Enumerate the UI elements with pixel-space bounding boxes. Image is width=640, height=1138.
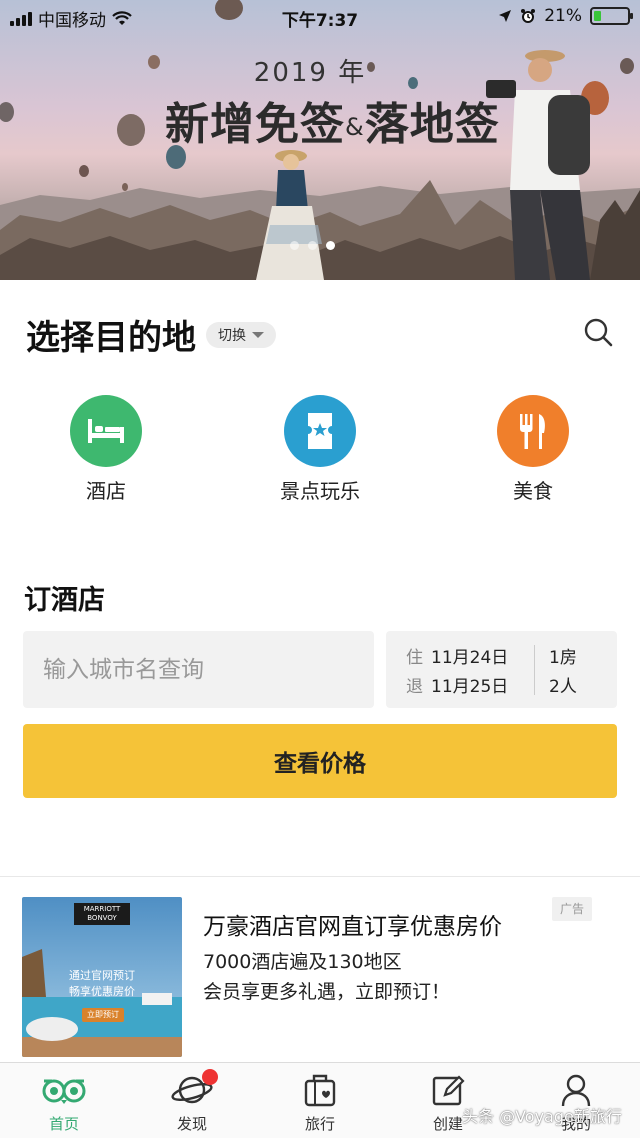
banner-title: 新增免签&落地签: [165, 88, 500, 152]
ad-description-line2: 会员享更多礼遇，立即预订！: [203, 981, 451, 1003]
suitcase-heart-icon: [304, 1074, 336, 1107]
tab-label: 旅行: [304, 1115, 335, 1133]
guest-count: 2人: [549, 677, 577, 697]
tab-trips[interactable]: 旅行: [256, 1071, 384, 1134]
checkin-row: 住 11月24日: [406, 643, 508, 668]
status-bar: 中国移动 下午7:37 21%: [0, 0, 640, 34]
room-count: 1房: [549, 648, 577, 668]
tab-label: 首页: [48, 1115, 79, 1133]
category-label: 景点玩乐: [280, 479, 360, 503]
category-attractions[interactable]: 景点玩乐: [240, 395, 400, 504]
date-guest-selector[interactable]: 住 11月24日 退 11月25日 1房 2人: [386, 631, 617, 708]
banner-title-amp: &: [345, 113, 365, 141]
category-label: 酒店: [86, 479, 126, 503]
battery-percent: 21%: [544, 6, 582, 26]
category-food[interactable]: 美食: [453, 395, 613, 504]
location-arrow-icon: [499, 10, 512, 22]
battery-icon: [590, 7, 633, 25]
notification-dot: [202, 1069, 218, 1085]
ad-badge: 广告: [552, 897, 592, 921]
user-icon: [561, 1074, 591, 1107]
fork-knife-icon: [497, 395, 569, 467]
bed-icon: [70, 395, 142, 467]
carousel-dot[interactable]: [308, 241, 317, 250]
ad-card[interactable]: MARRIOTT BONVOY 通过官网预订 畅享优惠房价 立即预订 万豪酒店官…: [0, 876, 640, 1062]
category-hotel[interactable]: 酒店: [26, 395, 186, 504]
carousel-dot[interactable]: [290, 241, 299, 250]
carousel-dot[interactable]: [326, 241, 335, 250]
tab-home[interactable]: 首页: [0, 1071, 128, 1134]
marriott-bonvoy-logo: MARRIOTT BONVOY: [74, 903, 130, 925]
ad-image-text1: 通过官网预订: [69, 969, 135, 982]
check-price-button[interactable]: 查看价格: [23, 724, 617, 798]
divider: [534, 645, 535, 695]
switch-label: 切换: [218, 327, 246, 344]
banner-title-part1: 新增免签: [165, 99, 345, 150]
edit-icon: [432, 1075, 465, 1106]
destination-header: 选择目的地 切换: [26, 310, 276, 359]
watermark: 头条 @Voyage新旅行: [462, 1107, 622, 1126]
ad-title: 万豪酒店官网直订享优惠房价: [203, 914, 502, 940]
switch-button[interactable]: 切换: [206, 321, 276, 348]
checkout-date: 11月25日: [431, 677, 509, 697]
city-search-input[interactable]: [23, 631, 374, 708]
category-label: 美食: [513, 479, 553, 503]
tab-label: 发现: [176, 1115, 207, 1133]
ad-image-text2: 畅享优惠房价: [69, 985, 135, 998]
checkin-label: 住: [406, 648, 423, 668]
tab-discover[interactable]: 发现: [128, 1069, 256, 1134]
alarm-icon: [521, 9, 536, 23]
caret-down-icon: [252, 331, 264, 338]
hero-banner[interactable]: 中国移动 下午7:37 21% 2019 年 新增免签&落地签: [0, 0, 640, 280]
checkout-row: 退 11月25日: [406, 672, 508, 697]
owl-eyes-icon: [42, 1079, 86, 1104]
ad-description-line1: 7000酒店遍及130地区: [203, 951, 402, 973]
ad-image-cta: 立即预订: [82, 1008, 124, 1022]
ad-image: MARRIOTT BONVOY 通过官网预订 畅享优惠房价 立即预订: [22, 897, 182, 1057]
banner-year: 2019 年: [253, 58, 367, 88]
destination-title: 选择目的地: [26, 318, 196, 358]
checkin-date: 11月24日: [431, 648, 509, 668]
category-row: 酒店 景点玩乐 美食: [0, 395, 640, 505]
hotel-section-title: 订酒店: [24, 585, 105, 616]
ticket-icon: [284, 395, 356, 467]
search-icon[interactable]: [580, 314, 616, 350]
checkout-label: 退: [406, 677, 423, 697]
carousel-dots: [290, 241, 335, 250]
banner-title-part2: 落地签: [364, 99, 500, 150]
